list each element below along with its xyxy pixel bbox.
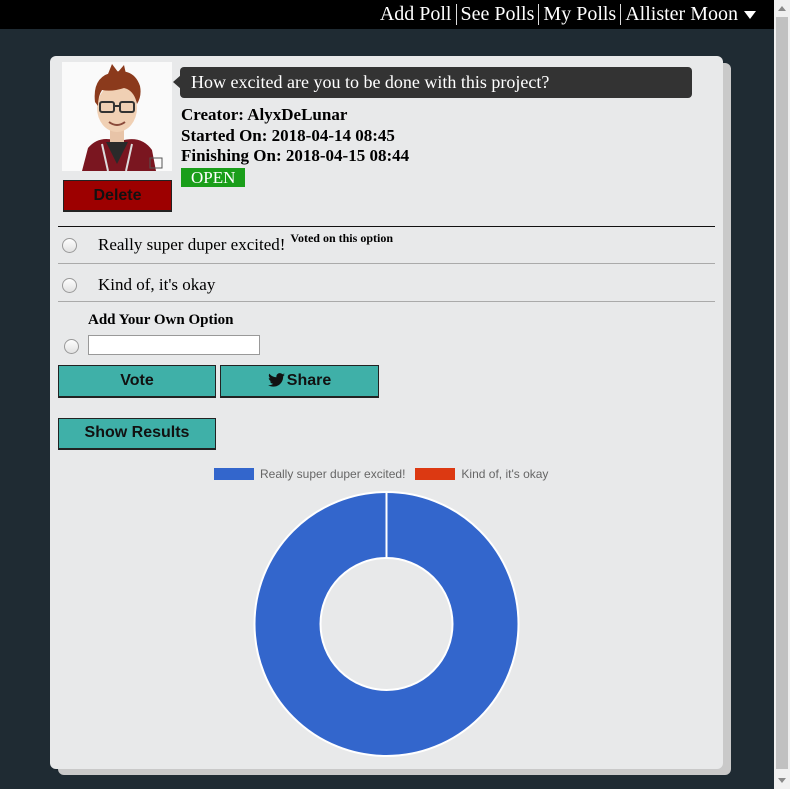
add-own-option-label: Add Your Own Option (88, 312, 234, 328)
chart-legend: Really super duper excited! Kind of, it'… (214, 467, 558, 481)
share-label: Share (286, 372, 332, 389)
legend-swatch (214, 468, 254, 480)
voted-note: Voted on this option (290, 230, 393, 245)
nav-links: Add Poll See Polls My Polls Allister Moo… (376, 0, 760, 29)
own-option-input[interactable] (88, 335, 260, 355)
share-button[interactable]: Share (220, 365, 379, 398)
scrollbar-thumb[interactable] (776, 17, 788, 769)
page-scrollbar[interactable] (774, 0, 790, 789)
results-donut-chart (253, 491, 520, 757)
legend-label: Really super duper excited! (260, 467, 406, 481)
divider (58, 226, 715, 227)
divider (58, 301, 715, 302)
poll-question: How excited are you to be done with this… (173, 67, 692, 98)
avatar-illustration (62, 62, 172, 171)
nav-see-polls[interactable]: See Polls (457, 3, 539, 26)
nav-my-polls[interactable]: My Polls (539, 3, 620, 26)
option-row[interactable]: Kind of, it's okay (62, 275, 215, 295)
creator-name: AlyxDeLunar (247, 105, 348, 124)
vote-button[interactable]: Vote (58, 365, 216, 398)
creator-avatar (62, 62, 172, 171)
started-line: Started On: 2018-04-14 08:45 (181, 126, 409, 147)
option-row[interactable]: Really super duper excited! Voted on thi… (62, 231, 393, 255)
caret-down-icon (744, 11, 756, 20)
started-label: Started On: (181, 125, 268, 145)
own-option-radio[interactable] (64, 339, 79, 354)
finishing-label: Finishing On: (181, 146, 282, 165)
started-date: 2018-04-14 08:45 (271, 125, 395, 145)
nav-add-poll[interactable]: Add Poll (376, 3, 456, 26)
poll-meta: Creator: AlyxDeLunar Started On: 2018-04… (181, 105, 409, 167)
top-nav: Add Poll See Polls My Polls Allister Moo… (0, 0, 774, 29)
show-results-button[interactable]: Show Results (58, 418, 216, 450)
option-label[interactable]: Really super duper excited! (98, 235, 285, 255)
twitter-icon (267, 373, 285, 387)
user-name: Allister Moon (625, 3, 738, 25)
divider (58, 263, 715, 264)
finishing-date: 2018-04-15 08:44 (285, 146, 410, 165)
user-menu[interactable]: Allister Moon (621, 3, 760, 26)
status-badge: OPEN (181, 168, 246, 187)
scroll-down-arrow-icon[interactable] (778, 778, 786, 783)
poll-card: How excited are you to be done with this… (50, 56, 723, 769)
scroll-up-arrow-icon[interactable] (778, 6, 786, 11)
legend-item[interactable]: Really super duper excited! (214, 467, 405, 481)
delete-button[interactable]: Delete (63, 180, 172, 212)
legend-item[interactable]: Kind of, it's okay (415, 467, 548, 481)
creator-label: Creator: (181, 105, 244, 124)
legend-label: Kind of, it's okay (461, 467, 549, 481)
creator-line: Creator: AlyxDeLunar (181, 105, 409, 126)
option-radio[interactable] (62, 237, 77, 253)
legend-swatch (415, 468, 456, 480)
option-label[interactable]: Kind of, it's okay (98, 275, 215, 295)
finishing-line: Finishing On: 2018-04-15 08:44 (181, 146, 409, 167)
option-radio[interactable] (62, 277, 77, 293)
